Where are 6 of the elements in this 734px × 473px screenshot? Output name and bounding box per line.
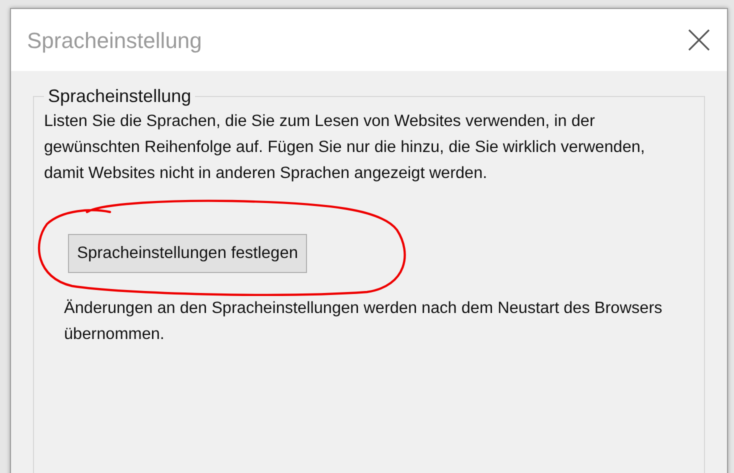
- restart-note: Änderungen an den Spracheinstellungen werden nach dem Neustart des Browsers übernommen.: [64, 298, 664, 346]
- group-title: Spracheinstellung: [47, 85, 192, 108]
- description-text: Listen Sie die Sprachen, die Sie zum Lesen von Websites verwenden, in der gewünschten Reihenfolge auf. Fügen Sie nur die hinzu, die Sie wirklich verwenden, damit Websites nicht in anderen Sprachen angezeigt werden.: [44, 111, 646, 184]
- window-title: Spracheinstellung: [27, 26, 202, 55]
- set-language-button[interactable]: Spracheinstellungen festlegen: [68, 234, 308, 274]
- close-icon[interactable]: [687, 28, 711, 52]
